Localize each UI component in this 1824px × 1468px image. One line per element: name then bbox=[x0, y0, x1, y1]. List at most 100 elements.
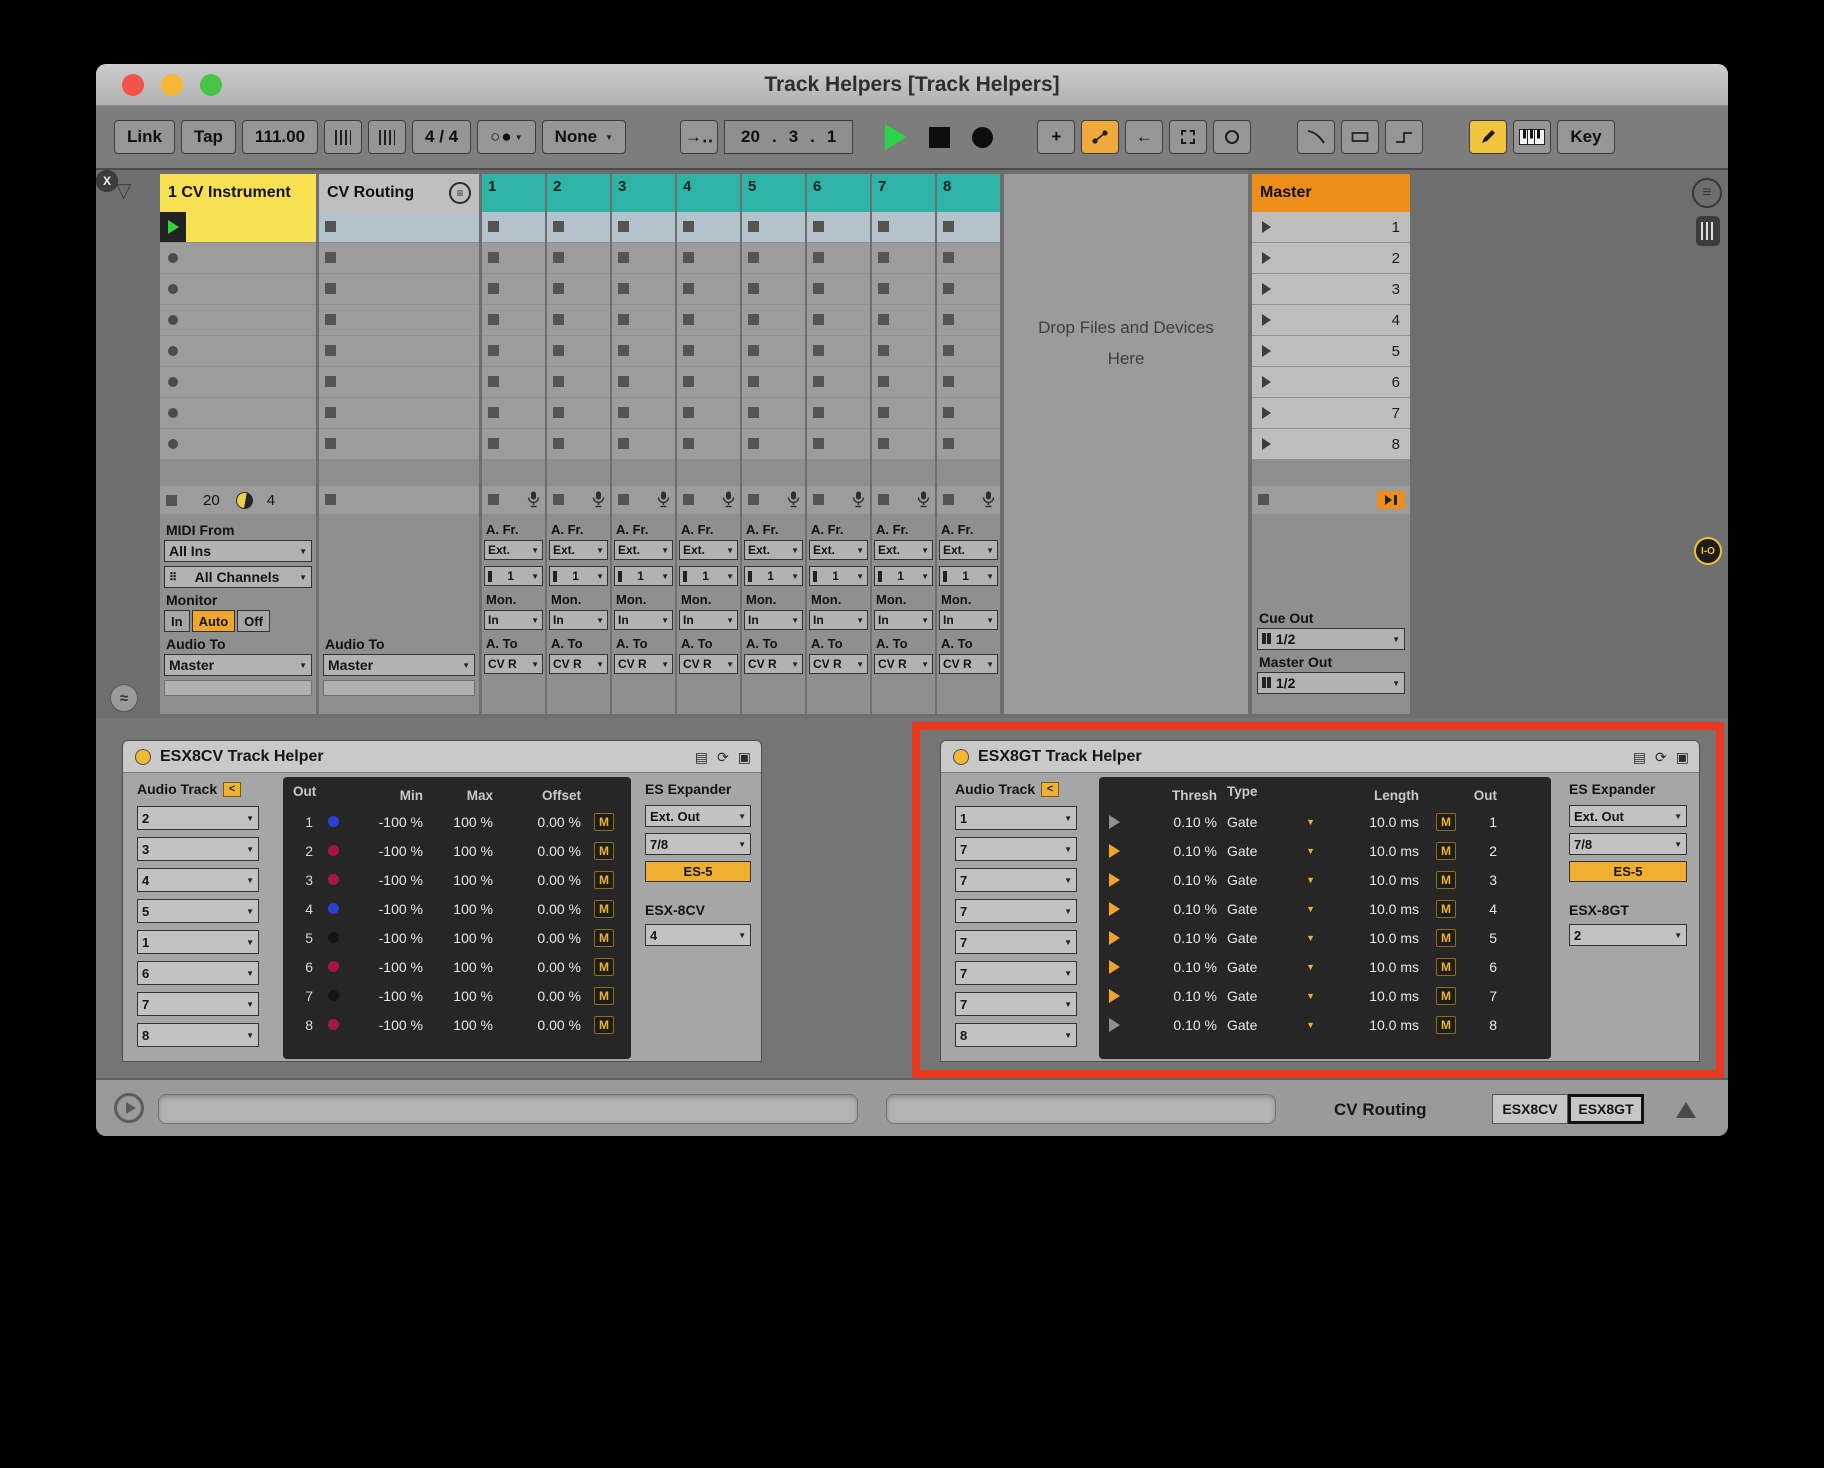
max-value[interactable]: 100 % bbox=[431, 901, 493, 917]
back-button[interactable]: < bbox=[223, 782, 241, 797]
type-menu[interactable]: Gate▼ bbox=[1227, 1017, 1315, 1033]
clip-slot[interactable] bbox=[677, 429, 740, 459]
clip-slot[interactable] bbox=[482, 243, 545, 273]
max-value[interactable]: 100 % bbox=[431, 959, 493, 975]
output-color-dot[interactable] bbox=[328, 1019, 339, 1030]
audio-from-menu[interactable]: Ext.▼ bbox=[679, 540, 738, 560]
track-delay-field[interactable] bbox=[164, 680, 312, 696]
session-record-button[interactable] bbox=[1213, 120, 1251, 154]
output-color-dot[interactable] bbox=[328, 932, 339, 943]
clip-slot[interactable] bbox=[319, 367, 479, 397]
expander-output-menu[interactable]: Ext. Out▼ bbox=[1569, 805, 1687, 827]
track-header-cv-instrument[interactable]: 1 CV Instrument bbox=[160, 174, 316, 212]
input-channel-menu[interactable]: 1▼ bbox=[939, 566, 998, 586]
clip-stop-button[interactable] bbox=[878, 221, 889, 232]
tab-esx8gt[interactable]: ESX8GT bbox=[1568, 1094, 1644, 1124]
clip-stop-button[interactable] bbox=[325, 407, 336, 418]
clip-stop-button[interactable] bbox=[943, 376, 954, 387]
minimize-window-button[interactable] bbox=[161, 74, 183, 96]
clip-slot[interactable] bbox=[547, 212, 610, 242]
clip-slot[interactable] bbox=[319, 398, 479, 428]
max-value[interactable]: 100 % bbox=[431, 988, 493, 1004]
clip-stop-button[interactable] bbox=[878, 376, 889, 387]
monitor-auto-button[interactable]: Auto bbox=[192, 610, 236, 632]
length-value[interactable]: 10.0 ms bbox=[1325, 988, 1419, 1004]
clip-stop-button[interactable] bbox=[488, 376, 499, 387]
threshold-value[interactable]: 0.10 % bbox=[1139, 1017, 1217, 1033]
master-out-menu[interactable]: 1/2▼ bbox=[1257, 672, 1405, 694]
clip-stop-button[interactable] bbox=[488, 407, 499, 418]
clip-slot[interactable] bbox=[937, 274, 1000, 304]
clip-stop-button[interactable] bbox=[325, 283, 336, 294]
device-title-bar[interactable]: ESX8GT Track Helper ▤ ⟳ ▣ bbox=[941, 741, 1699, 773]
clip-slot[interactable] bbox=[937, 429, 1000, 459]
stop-all-clips-button[interactable] bbox=[878, 494, 889, 505]
nudge-down-button[interactable] bbox=[324, 120, 362, 154]
clip-slot[interactable] bbox=[677, 212, 740, 242]
clip-slot[interactable] bbox=[160, 398, 316, 428]
arm-mic-icon[interactable] bbox=[852, 491, 865, 513]
clip-stop-button[interactable] bbox=[748, 221, 759, 232]
scene-slot[interactable]: 6 bbox=[1252, 367, 1410, 397]
arm-mic-icon[interactable] bbox=[787, 491, 800, 513]
scene-play-icon[interactable] bbox=[1262, 314, 1271, 326]
capture-midi-button[interactable] bbox=[1169, 120, 1207, 154]
offset-value[interactable]: 0.00 % bbox=[501, 843, 581, 859]
clip-slot[interactable] bbox=[160, 274, 316, 304]
status-field-left[interactable] bbox=[158, 1094, 858, 1124]
clip-slot[interactable] bbox=[677, 367, 740, 397]
max-value[interactable]: 100 % bbox=[431, 814, 493, 830]
clip-slot[interactable] bbox=[160, 243, 316, 273]
scene-play-icon[interactable] bbox=[1262, 407, 1271, 419]
scene-slot[interactable]: 7 bbox=[1252, 398, 1410, 428]
stop-all-clips-button[interactable] bbox=[1258, 494, 1269, 505]
input-channel-menu[interactable]: 1▼ bbox=[874, 566, 933, 586]
length-value[interactable]: 10.0 ms bbox=[1325, 814, 1419, 830]
crossfade-icon[interactable]: ≈ bbox=[110, 684, 138, 712]
audio-track-menu[interactable]: 8▼ bbox=[955, 1023, 1077, 1047]
clip-stop-button[interactable] bbox=[748, 283, 759, 294]
offset-value[interactable]: 0.00 % bbox=[501, 1017, 581, 1033]
clip-slot[interactable] bbox=[612, 336, 675, 366]
clip-slot[interactable] bbox=[807, 429, 870, 459]
preview-play-icon[interactable] bbox=[114, 1093, 144, 1123]
fade-tool-button[interactable] bbox=[1297, 120, 1335, 154]
length-value[interactable]: 10.0 ms bbox=[1325, 1017, 1419, 1033]
clip-stop-button[interactable] bbox=[683, 376, 694, 387]
hot-swap-icon[interactable]: ⟳ bbox=[1655, 749, 1667, 766]
monitor-off-button[interactable]: Off bbox=[237, 610, 270, 632]
stop-all-clips-button[interactable] bbox=[553, 494, 564, 505]
re-enable-automation-button[interactable]: ← bbox=[1125, 120, 1163, 154]
clip-slot[interactable] bbox=[677, 398, 740, 428]
clip-stop-button[interactable] bbox=[325, 221, 336, 232]
clip-slot[interactable] bbox=[319, 305, 479, 335]
clip-slot[interactable] bbox=[872, 429, 935, 459]
clip-stop-button[interactable] bbox=[683, 438, 694, 449]
monitor-menu[interactable]: In▼ bbox=[809, 610, 868, 630]
mute-button[interactable]: M bbox=[1436, 900, 1456, 918]
track-header[interactable]: 2 bbox=[547, 174, 610, 212]
offset-value[interactable]: 0.00 % bbox=[501, 930, 581, 946]
audio-to-menu[interactable]: CV R▼ bbox=[614, 654, 673, 674]
clip-stop-button[interactable] bbox=[943, 252, 954, 263]
output-color-dot[interactable] bbox=[328, 961, 339, 972]
track-header[interactable]: 8 bbox=[937, 174, 1000, 212]
clip-stop-button[interactable] bbox=[325, 438, 336, 449]
clip-stop-button[interactable] bbox=[325, 376, 336, 387]
min-value[interactable]: -100 % bbox=[353, 959, 423, 975]
clip-slot[interactable] bbox=[612, 305, 675, 335]
monitor-menu[interactable]: In▼ bbox=[744, 610, 803, 630]
clip-stop-button[interactable] bbox=[553, 314, 564, 325]
tap-tempo-button[interactable]: Tap bbox=[181, 120, 236, 154]
clip-stop-button[interactable] bbox=[943, 345, 954, 356]
track-header[interactable]: 1 bbox=[482, 174, 545, 212]
output-color-dot[interactable] bbox=[328, 903, 339, 914]
audio-to-menu[interactable]: Master▼ bbox=[323, 654, 475, 676]
unfold-icon[interactable]: ▤ bbox=[695, 749, 708, 766]
clip-slot[interactable] bbox=[612, 429, 675, 459]
computer-midi-keyboard-button[interactable] bbox=[1513, 120, 1551, 154]
monitor-menu[interactable]: In▼ bbox=[679, 610, 738, 630]
save-icon[interactable]: ▣ bbox=[738, 749, 751, 766]
groove-amount-button[interactable]: ○●▼ bbox=[477, 120, 535, 154]
clip-slot[interactable] bbox=[547, 367, 610, 397]
